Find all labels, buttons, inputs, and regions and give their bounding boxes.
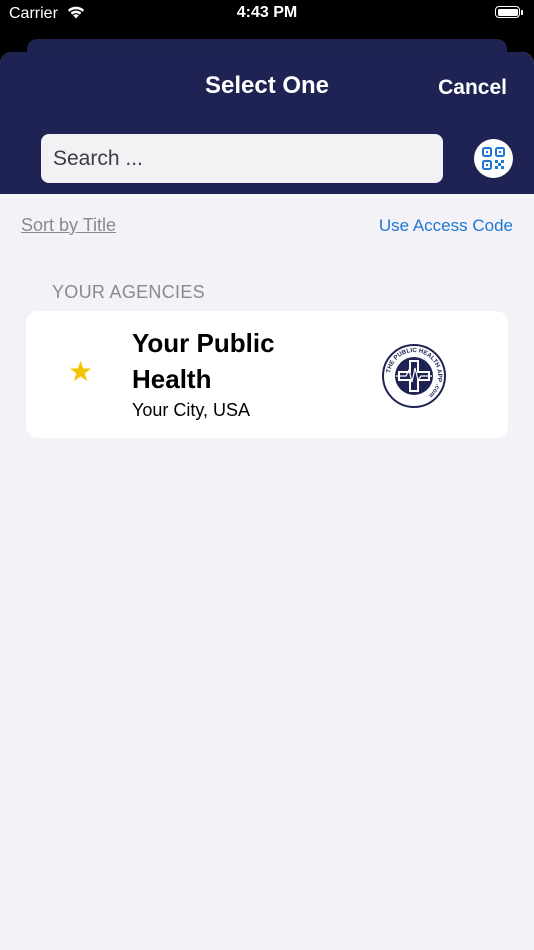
qr-scan-button[interactable] <box>474 139 513 178</box>
sheet-header: Select One Cancel Search ... <box>0 52 534 194</box>
select-agency-sheet: Select One Cancel Search ... Sort by Tit… <box>0 52 534 950</box>
agency-card[interactable]: ★ Your Public Health Your City, USA THE … <box>26 311 508 438</box>
search-input[interactable]: Search ... <box>41 134 443 183</box>
battery-icon <box>495 6 520 18</box>
agency-logo: THE PUBLIC HEALTH APP .com <box>382 344 446 408</box>
status-bar: Carrier 4:43 PM <box>0 0 534 30</box>
qr-code-icon <box>482 147 505 170</box>
sort-by-title-link[interactable]: Sort by Title <box>21 215 116 236</box>
section-header-agencies: YOUR AGENCIES <box>52 282 205 302</box>
star-icon[interactable]: ★ <box>68 358 93 386</box>
agency-name: Your Public Health <box>132 328 275 394</box>
cancel-button[interactable]: Cancel <box>438 76 507 100</box>
agency-location: Your City, USA <box>132 400 251 420</box>
use-access-code-link[interactable]: Use Access Code <box>379 216 513 236</box>
status-time: 4:43 PM <box>236 4 298 21</box>
battery-cap <box>521 10 523 15</box>
